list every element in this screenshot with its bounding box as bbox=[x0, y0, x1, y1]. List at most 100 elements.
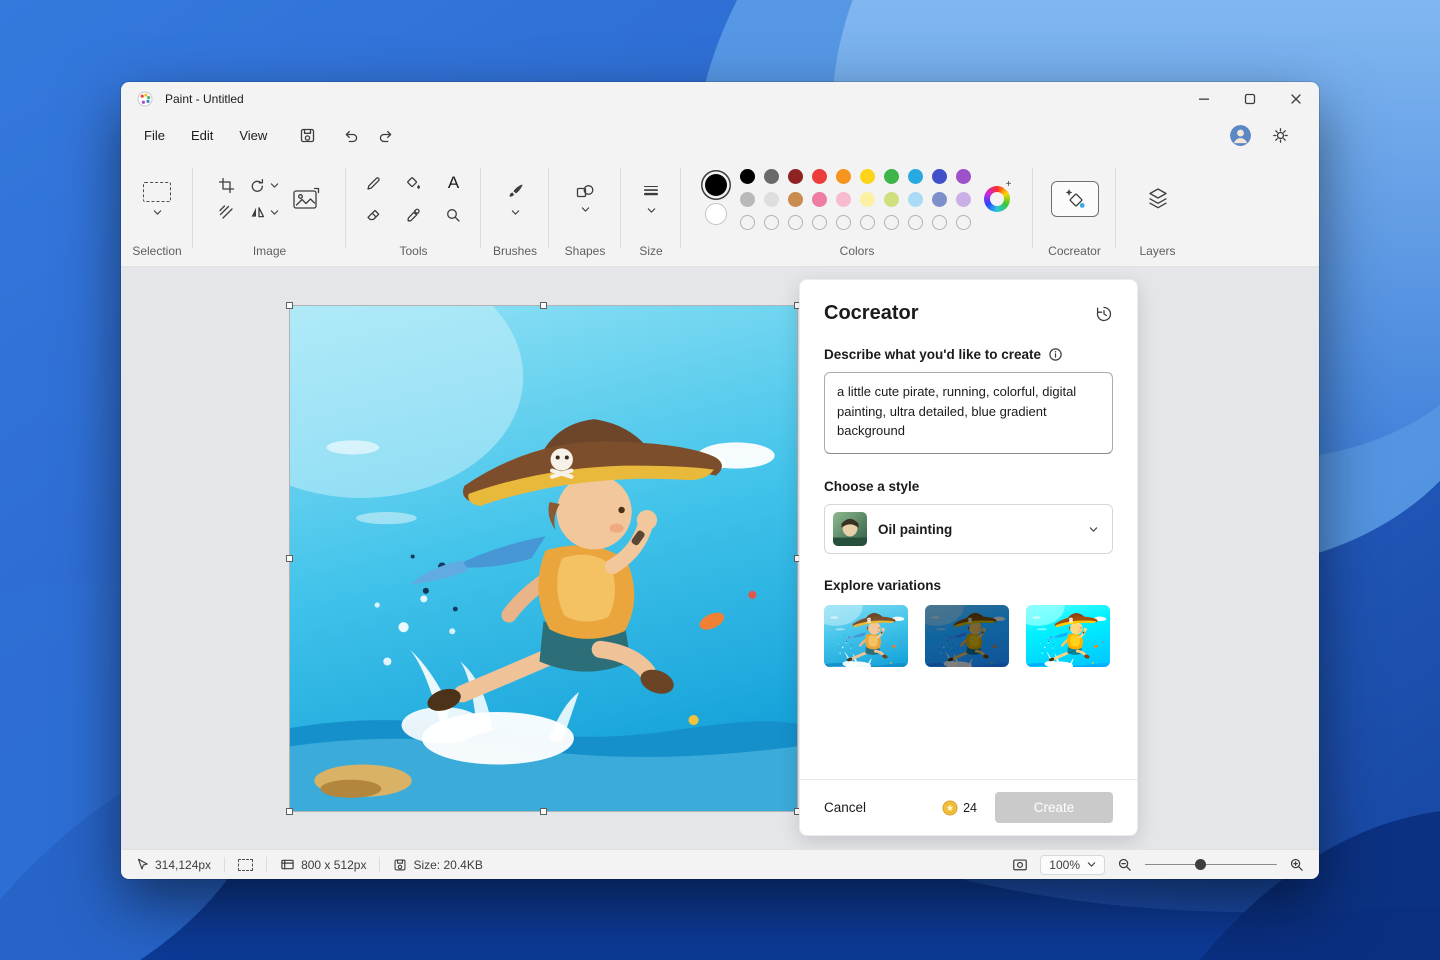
color-swatch[interactable] bbox=[764, 192, 779, 207]
create-button[interactable]: Create bbox=[995, 792, 1113, 823]
color-swatch[interactable] bbox=[860, 169, 875, 184]
zoom-slider-thumb[interactable] bbox=[1195, 859, 1206, 870]
menubar: File Edit View bbox=[121, 116, 1319, 154]
redo-button[interactable] bbox=[368, 120, 402, 150]
selection-handle[interactable] bbox=[540, 808, 547, 815]
menu-edit[interactable]: Edit bbox=[178, 122, 226, 149]
color-swatch[interactable] bbox=[932, 169, 947, 184]
color-swatch[interactable] bbox=[788, 192, 803, 207]
variation-thumbnail-1[interactable] bbox=[824, 605, 908, 667]
color-swatch[interactable] bbox=[908, 192, 923, 207]
describe-label: Describe what you'd like to create bbox=[824, 347, 1041, 362]
menu-file[interactable]: File bbox=[131, 122, 178, 149]
cocreator-label: Cocreator bbox=[1033, 244, 1116, 258]
crop-button[interactable] bbox=[218, 177, 235, 194]
layers-button[interactable] bbox=[1145, 186, 1171, 212]
color-swatch-empty[interactable] bbox=[812, 215, 827, 230]
menu-view[interactable]: View bbox=[226, 122, 280, 149]
zoom-slider[interactable] bbox=[1145, 858, 1277, 872]
color-swatch[interactable] bbox=[908, 169, 923, 184]
file-size-indicator: Size: 20.4KB bbox=[393, 858, 482, 872]
color-swatch[interactable] bbox=[884, 169, 899, 184]
selection-handle[interactable] bbox=[286, 808, 293, 815]
color-swatch[interactable] bbox=[764, 169, 779, 184]
color-swatch-empty[interactable] bbox=[860, 215, 875, 230]
rotate-button[interactable] bbox=[249, 177, 279, 194]
color-swatch[interactable] bbox=[836, 192, 851, 207]
selection-tool[interactable] bbox=[143, 182, 171, 217]
zoom-fit-button[interactable] bbox=[1012, 858, 1028, 872]
size-button[interactable] bbox=[642, 184, 660, 215]
color-swatch-empty[interactable] bbox=[908, 215, 923, 230]
undo-button[interactable] bbox=[334, 120, 368, 150]
color-swatch[interactable] bbox=[932, 192, 947, 207]
settings-button[interactable] bbox=[1263, 120, 1297, 150]
info-icon[interactable] bbox=[1048, 347, 1063, 362]
zoom-slider-track[interactable] bbox=[1145, 864, 1277, 866]
close-icon bbox=[1288, 91, 1304, 107]
cancel-button[interactable]: Cancel bbox=[824, 800, 866, 815]
color-swatch-empty[interactable] bbox=[764, 215, 779, 230]
zoom-out-icon bbox=[1117, 857, 1133, 873]
account-avatar[interactable] bbox=[1230, 125, 1251, 146]
zoom-level-dropdown[interactable]: 100% bbox=[1040, 855, 1105, 875]
color-swatch[interactable] bbox=[788, 169, 803, 184]
color-picker-tool[interactable] bbox=[405, 207, 422, 224]
color-swatch[interactable] bbox=[812, 192, 827, 207]
resize-skew-button[interactable] bbox=[218, 204, 235, 221]
window-title: Paint - Untitled bbox=[165, 92, 244, 106]
selection-handle[interactable] bbox=[540, 302, 547, 309]
gear-icon bbox=[1272, 127, 1289, 144]
cocreator-button[interactable] bbox=[1051, 181, 1099, 217]
canvas-area[interactable]: Cocreator Describe what you'd like to cr… bbox=[121, 267, 1319, 849]
style-dropdown[interactable]: Oil painting bbox=[824, 504, 1113, 554]
color-swatch[interactable] bbox=[860, 192, 875, 207]
pencil-tool[interactable] bbox=[365, 175, 382, 192]
zoom-level-value: 100% bbox=[1049, 858, 1080, 872]
color-1-swatch[interactable] bbox=[705, 174, 727, 196]
canvas-size-text: 800 x 512px bbox=[301, 858, 366, 872]
brushes-button[interactable] bbox=[505, 182, 525, 217]
color-swatch-empty[interactable] bbox=[836, 215, 851, 230]
selection-handle[interactable] bbox=[286, 302, 293, 309]
history-button[interactable] bbox=[1095, 305, 1113, 323]
maximize-button[interactable] bbox=[1227, 82, 1273, 116]
shapes-button[interactable] bbox=[576, 184, 594, 214]
canvas-image[interactable] bbox=[290, 306, 797, 811]
color-swatch[interactable] bbox=[956, 169, 971, 184]
color-swatch-empty[interactable] bbox=[956, 215, 971, 230]
credits-indicator: 24 bbox=[942, 800, 977, 816]
variation-thumbnail-2[interactable] bbox=[925, 605, 1009, 667]
minimize-button[interactable] bbox=[1181, 82, 1227, 116]
close-button[interactable] bbox=[1273, 82, 1319, 116]
color-2-swatch[interactable] bbox=[705, 203, 727, 225]
variation-thumbnail-3[interactable] bbox=[1026, 605, 1110, 667]
color-swatch[interactable] bbox=[836, 169, 851, 184]
color-swatch[interactable] bbox=[956, 192, 971, 207]
color-swatch[interactable] bbox=[740, 169, 755, 184]
pencil-icon bbox=[365, 175, 382, 192]
text-tool[interactable]: A bbox=[448, 174, 459, 193]
fill-tool[interactable] bbox=[405, 175, 422, 192]
prompt-input[interactable]: a little cute pirate, running, colorful,… bbox=[824, 372, 1113, 454]
color-swatch-empty[interactable] bbox=[740, 215, 755, 230]
flip-button[interactable] bbox=[249, 204, 279, 221]
eraser-tool[interactable] bbox=[365, 207, 382, 224]
zoom-in-button[interactable] bbox=[1289, 857, 1305, 873]
color-swatch[interactable] bbox=[884, 192, 899, 207]
save-button[interactable] bbox=[290, 120, 324, 150]
magnifier-tool[interactable] bbox=[445, 207, 462, 224]
window-controls bbox=[1181, 82, 1319, 116]
color-swatch-empty[interactable] bbox=[788, 215, 803, 230]
color-swatch[interactable] bbox=[812, 169, 827, 184]
selection-handle[interactable] bbox=[286, 555, 293, 562]
color-swatch[interactable] bbox=[740, 192, 755, 207]
ribbon-toolbar: Selection bbox=[121, 154, 1319, 267]
zoom-out-button[interactable] bbox=[1117, 857, 1133, 873]
color-swatch-empty[interactable] bbox=[932, 215, 947, 230]
color-swatch-empty[interactable] bbox=[884, 215, 899, 230]
cursor-icon bbox=[135, 858, 149, 872]
titlebar[interactable]: Paint - Untitled bbox=[121, 82, 1319, 116]
edit-colors-button[interactable]: + bbox=[984, 186, 1010, 212]
image-options-button[interactable] bbox=[291, 186, 321, 213]
